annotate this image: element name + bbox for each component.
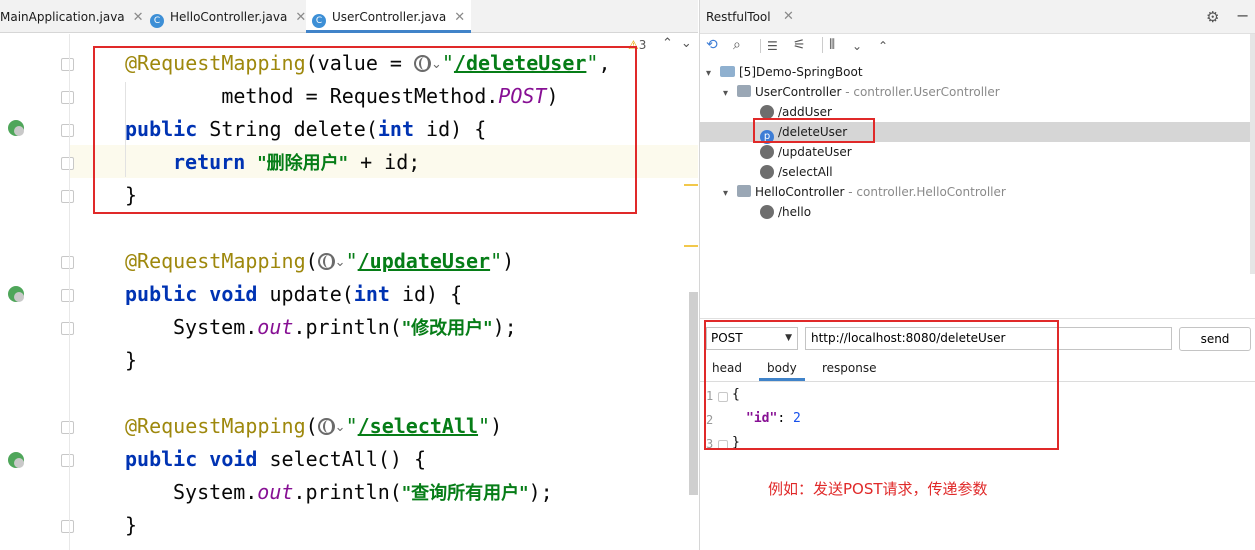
code-line: @RequestMapping(⌄"/selectAll") [125, 414, 503, 438]
chevron-down-icon[interactable]: ▾ [723, 84, 737, 104]
refresh-icon[interactable]: ⟲ [706, 37, 718, 53]
expand-icon[interactable]: ⌄ [852, 39, 862, 53]
tab-hello-controller[interactable]: C HelloController.java ✕ [144, 0, 312, 33]
tab-main-application[interactable]: MainApplication.java ✕ [0, 0, 150, 33]
endpoint-tree: ▾ [5]Demo-SpringBoot ▾ UserController - co… [700, 60, 1255, 300]
tab-user-controller[interactable]: C UserController.java ✕ [306, 0, 472, 35]
tree-endpoint[interactable]: /selectAll [760, 162, 833, 182]
class-icon: C [150, 14, 164, 28]
mapping-url[interactable]: /selectAll [358, 414, 478, 438]
editor-scrollbar[interactable] [689, 292, 698, 495]
minimize-icon[interactable]: − [1236, 6, 1249, 25]
search-icon[interactable]: ⌕ [733, 37, 741, 53]
annotation-box [93, 46, 637, 214]
globe-icon[interactable] [317, 253, 335, 270]
close-icon[interactable]: ✕ [133, 1, 144, 35]
send-button[interactable]: send [1179, 327, 1251, 351]
collapse-icon[interactable]: ⌃ [878, 39, 888, 53]
close-icon[interactable]: ✕ [454, 1, 465, 35]
scroll-marker[interactable] [684, 245, 698, 247]
controller-icon [737, 85, 751, 97]
code-line: public void update(int id) { [125, 282, 463, 306]
code-line: System.out.println("查询所有用户"); [173, 480, 553, 504]
class-icon: C [312, 14, 326, 28]
endpoint-icon [760, 105, 774, 119]
chevron-down-icon[interactable]: ▾ [723, 184, 737, 204]
close-icon[interactable]: ✕ [295, 1, 306, 35]
endpoint-icon [760, 165, 774, 179]
editor-tab-bar: MainApplication.java ✕ C HelloController.j… [0, 0, 698, 33]
endpoint-icon [760, 205, 774, 219]
mapping-url[interactable]: /updateUser [358, 249, 490, 273]
close-icon[interactable]: ✕ [783, 9, 794, 24]
annotation-box [704, 320, 1059, 450]
tool-window-header: RestfulTool ✕ ⚙ − [700, 0, 1255, 34]
gear-icon[interactable]: ⚙ [1206, 8, 1219, 26]
code-line: @RequestMapping(⌄"/updateUser") [125, 249, 515, 273]
code-line: public void selectAll() { [125, 447, 427, 471]
tree-endpoint[interactable]: /hello [760, 202, 811, 222]
controller-icon [737, 185, 751, 197]
tree-scrollbar[interactable] [1250, 34, 1255, 274]
code-line: System.out.println("修改用户"); [173, 315, 517, 339]
chevron-down-icon[interactable]: ⌄ [335, 420, 346, 435]
tree-endpoint[interactable]: /updateUser [760, 142, 852, 162]
tool-toolbar: ⟲ ⌕ ☰ ⚟ ⦀ ⌄ ⌃ [700, 35, 1255, 60]
scroll-marker[interactable] [684, 184, 698, 186]
tab-label: MainApplication.java [0, 10, 125, 24]
tool-window-title[interactable]: RestfulTool [706, 10, 771, 24]
folder-icon [720, 66, 735, 77]
code-editor[interactable]: MainApplication.java ✕ C HelloController.j… [0, 0, 698, 550]
tree-controller[interactable]: ▾ UserController - controller.UserControl… [723, 82, 1000, 102]
annotation-box [753, 118, 875, 143]
filter-icon[interactable]: ☰ [760, 39, 778, 53]
code-line: } [125, 513, 138, 537]
tab-label: UserController.java [332, 10, 447, 24]
settings-filter-icon[interactable]: ⚟ [793, 37, 806, 53]
chevron-down-icon[interactable]: ▾ [706, 64, 720, 84]
group-icon[interactable]: ⦀ [822, 37, 835, 53]
globe-icon[interactable] [317, 418, 335, 435]
chevron-down-icon[interactable]: ⌄ [335, 255, 346, 270]
code-line: } [125, 348, 138, 372]
restful-tool-panel: RestfulTool ✕ ⚙ − ⟲ ⌕ ☰ ⚟ ⦀ ⌄ ⌃ ▾ [5]Demo… [699, 0, 1255, 550]
endpoint-icon [760, 145, 774, 159]
tab-label: HelloController.java [170, 10, 288, 24]
tree-controller[interactable]: ▾ HelloController - controller.HelloContr… [723, 182, 1006, 202]
annotation-note: 例如：发送POST请求，传递参数 [768, 480, 988, 498]
tree-project[interactable]: ▾ [5]Demo-SpringBoot [706, 62, 863, 82]
